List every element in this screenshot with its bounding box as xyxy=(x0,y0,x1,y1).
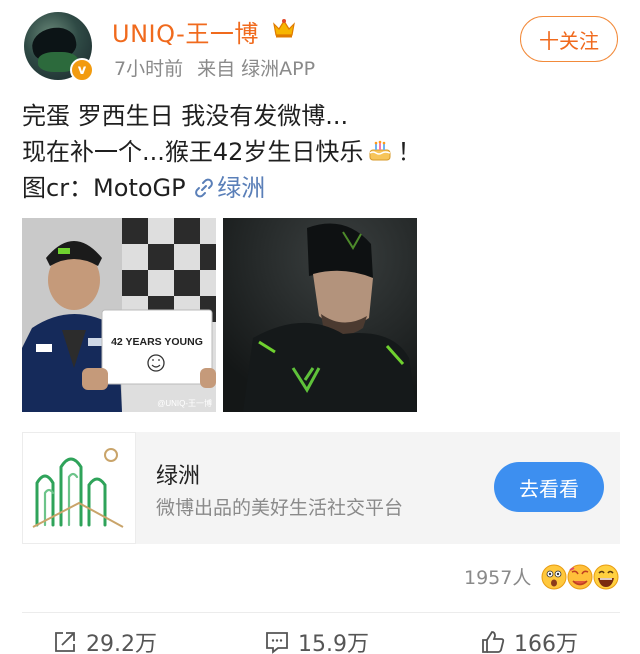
post-line-1: 完蛋 罗西生日 我没有发微博... xyxy=(22,102,349,130)
crown-icon xyxy=(273,19,295,38)
post-line-3-prefix: 图cr：MotoGP xyxy=(22,174,186,202)
divider xyxy=(22,612,620,613)
post-image-2[interactable] xyxy=(223,218,417,412)
like-count: 166万 xyxy=(514,632,578,654)
post-meta: 7小时前 来自 绿洲APP xyxy=(114,54,315,81)
oasis-link-label[interactable]: 绿洲 xyxy=(217,174,265,202)
post-time: 7小时前 xyxy=(114,58,184,80)
repost-count: 29.2万 xyxy=(86,632,157,654)
reaction-emojis[interactable] xyxy=(540,562,620,592)
comment-count: 15.9万 xyxy=(298,632,369,654)
go-see-button[interactable]: 去看看 xyxy=(494,462,604,512)
author-name[interactable]: UNIQ-王一博 xyxy=(112,14,259,49)
post-line-2-text: 现在补一个...猴王42岁生日快乐 xyxy=(22,138,364,166)
image-watermark: @UNIQ-王一博 xyxy=(157,399,212,408)
oasis-link[interactable]: 绿洲 xyxy=(193,174,265,202)
post-line-2-end: ！ xyxy=(397,138,422,166)
card-subtitle: 微博出品的美好生活社交平台 xyxy=(156,497,404,519)
photo-1-illustration xyxy=(22,218,216,412)
post-image-1[interactable]: 42 YEARS YOUNG @UNIQ-王一博 xyxy=(22,218,216,412)
repost-button[interactable]: 29.2万 xyxy=(52,626,157,654)
surprised-emoji-icon xyxy=(541,564,567,590)
oasis-logo-icon xyxy=(22,432,136,544)
laughing-emoji-icon xyxy=(593,564,619,590)
dizzy-emoji-icon xyxy=(567,564,593,590)
photo-2-illustration xyxy=(223,218,417,412)
post-line-2: 现在补一个...猴王42岁生日快乐 ！ xyxy=(22,134,622,170)
cake-icon xyxy=(369,140,391,161)
sign-text: 42 YEARS YOUNG xyxy=(111,336,203,348)
like-icon xyxy=(482,631,505,653)
verified-badge-icon: v xyxy=(70,58,94,82)
post-text: 完蛋 罗西生日 我没有发微博... 现在补一个...猴王42岁生日快乐 ！ 图c… xyxy=(22,98,622,206)
repost-icon xyxy=(55,632,75,652)
like-button[interactable]: 166万 xyxy=(480,626,578,654)
follow-button[interactable]: 十关注 xyxy=(520,16,618,62)
comment-button[interactable]: 15.9万 xyxy=(264,626,369,654)
reaction-count[interactable]: 1957人 xyxy=(464,564,531,592)
card-title: 绿洲 xyxy=(156,464,201,489)
post-source[interactable]: 来自 绿洲APP xyxy=(197,58,315,80)
oasis-card[interactable]: 绿洲 微博出品的美好生活社交平台 去看看 xyxy=(22,432,620,544)
link-icon xyxy=(195,178,214,198)
comment-icon xyxy=(266,632,288,654)
post-line-3: 图cr：MotoGP 绿洲 xyxy=(22,170,622,206)
